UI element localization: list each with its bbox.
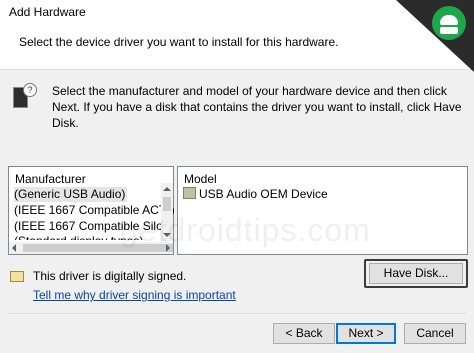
window-title: Add Hardware — [9, 5, 86, 19]
instructions-text: Select the manufacturer and model of you… — [52, 84, 462, 130]
header-text: Select the device driver you want to ins… — [19, 35, 339, 49]
watermark-text: getdroidtips.com — [120, 212, 371, 248]
have-disk-button[interactable]: Have Disk... — [369, 263, 463, 284]
cancel-button[interactable]: Cancel — [404, 323, 466, 344]
certificate-icon — [10, 271, 24, 282]
driver-signing-link[interactable]: Tell me why driver signing is important — [33, 288, 236, 302]
manufacturer-list-header: Manufacturer — [15, 172, 86, 186]
manufacturer-item[interactable]: (Generic USB Audio) — [14, 187, 128, 202]
model-list-header: Model — [184, 172, 217, 186]
model-item-label: USB Audio OEM Device — [199, 187, 328, 201]
scrollbar-thumb[interactable] — [163, 197, 171, 211]
back-button[interactable]: < Back — [273, 323, 335, 344]
android-logo-icon — [432, 6, 466, 40]
wizard-header: Select the device driver you want to ins… — [0, 22, 474, 70]
signed-status-text: This driver is digitally signed. — [33, 269, 187, 283]
hardware-device-icon: ? — [13, 83, 37, 108]
separator — [8, 313, 466, 314]
scroll-left-icon[interactable] — [12, 244, 16, 252]
scroll-up-icon[interactable] — [163, 187, 171, 191]
model-item[interactable]: USB Audio OEM Device — [183, 187, 328, 202]
driver-icon — [183, 187, 196, 199]
next-button[interactable]: Next > — [336, 323, 396, 344]
